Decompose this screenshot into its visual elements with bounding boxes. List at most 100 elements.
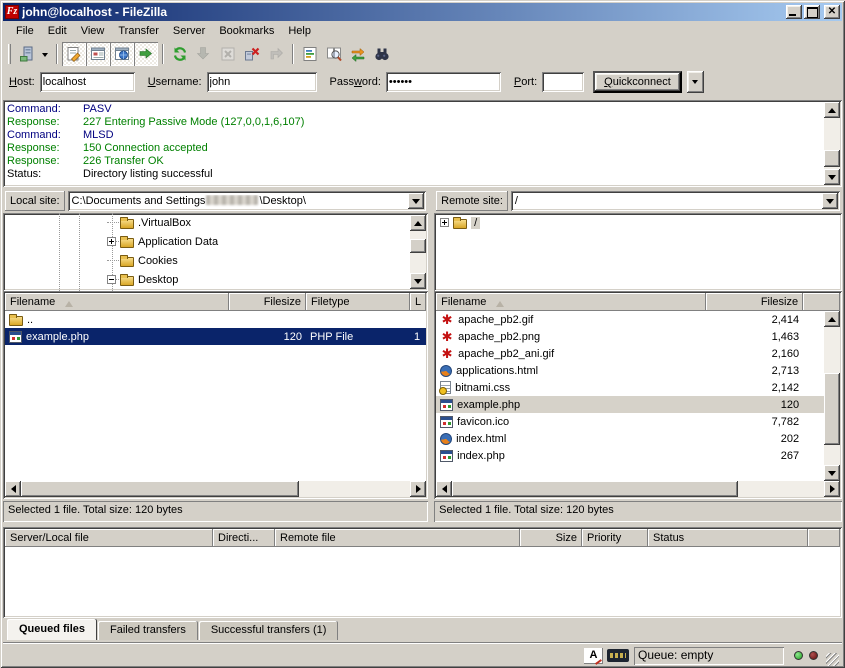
host-input[interactable]: [40, 72, 135, 92]
scroll-right-button[interactable]: [410, 481, 426, 497]
toolbar-grip[interactable]: [8, 44, 11, 64]
queue-tab[interactable]: Successful transfers (1): [199, 621, 339, 640]
column-header-size[interactable]: Size: [520, 529, 582, 547]
toggle-message-log-button[interactable]: [62, 42, 86, 66]
log-line: Command:MLSD: [7, 129, 822, 142]
file-row[interactable]: bitnami.css 2,142: [436, 379, 824, 396]
column-header-server-local-file[interactable]: Server/Local file: [5, 529, 213, 547]
reconnect-button[interactable]: [264, 42, 288, 66]
column-header-lastmodified[interactable]: L: [410, 293, 426, 311]
resize-grip[interactable]: [826, 653, 839, 666]
process-queue-button[interactable]: [192, 42, 216, 66]
window-title: john@localhost - FileZilla: [22, 5, 784, 19]
menu-item[interactable]: Bookmarks: [212, 23, 281, 39]
site-manager-button[interactable]: [15, 42, 39, 66]
column-header-direction[interactable]: Directi...: [213, 529, 275, 547]
scrollbar-thumb[interactable]: [452, 481, 738, 497]
file-row[interactable]: example.php 120: [436, 396, 824, 413]
queue-tab[interactable]: Failed transfers: [98, 621, 198, 640]
tree-item[interactable]: Cookies: [3, 251, 410, 270]
file-row[interactable]: example.php 120 PHP File 1: [5, 328, 426, 345]
file-row[interactable]: ..: [5, 311, 426, 328]
filter-button[interactable]: [298, 42, 322, 66]
tree-expander[interactable]: [107, 275, 116, 284]
toggle-transfer-queue-button[interactable]: [134, 42, 158, 66]
column-header-filesize[interactable]: Filesize: [229, 293, 306, 311]
compare-directories-button[interactable]: [322, 42, 346, 66]
scrollbar-thumb[interactable]: [824, 373, 840, 445]
menu-item[interactable]: Edit: [41, 23, 74, 39]
tree-item[interactable]: /: [434, 213, 842, 232]
local-hscrollbar[interactable]: [5, 481, 426, 497]
scroll-up-button[interactable]: [824, 102, 840, 118]
scroll-up-button[interactable]: [824, 311, 840, 327]
menu-item[interactable]: Transfer: [111, 23, 166, 39]
synchronized-browsing-button[interactable]: [346, 42, 370, 66]
file-row[interactable]: apache_pb2_ani.gif 2,160: [436, 345, 824, 362]
php-icon: [440, 450, 453, 462]
password-input[interactable]: [386, 72, 501, 92]
menu-item[interactable]: View: [74, 23, 112, 39]
scrollbar-thumb[interactable]: [410, 239, 426, 253]
column-header-status[interactable]: Status: [648, 529, 808, 547]
column-header-filename[interactable]: Filename: [436, 293, 706, 311]
tree-expander[interactable]: [440, 218, 449, 227]
local-site-label: Local site:: [5, 191, 65, 211]
remote-path-dropdown[interactable]: [822, 193, 838, 209]
file-row[interactable]: index.html 202: [436, 430, 824, 447]
close-button[interactable]: [824, 5, 840, 19]
column-header-filetype[interactable]: Filetype: [306, 293, 410, 311]
refresh-button[interactable]: [168, 42, 192, 66]
menu-item[interactable]: File: [9, 23, 41, 39]
toggle-local-tree-button[interactable]: [86, 42, 110, 66]
local-tree-scrollbar[interactable]: [410, 215, 426, 289]
toggle-remote-tree-button[interactable]: [110, 42, 134, 66]
file-row[interactable]: apache_pb2.gif 2,414: [436, 311, 824, 328]
column-header-priority[interactable]: Priority: [582, 529, 648, 547]
remote-file-list: Filename Filesize apache_pb2.gif 2,414 a…: [434, 291, 842, 499]
find-files-button[interactable]: [370, 42, 394, 66]
port-input[interactable]: [542, 72, 584, 92]
quickconnect-button[interactable]: Quickconnect: [593, 71, 682, 93]
remote-site-label: Remote site:: [436, 191, 508, 211]
cancel-operation-button[interactable]: [216, 42, 240, 66]
column-header-filename[interactable]: Filename: [5, 293, 229, 311]
remote-list-scrollbar[interactable]: [824, 311, 840, 481]
quickconnect-dropdown[interactable]: [687, 71, 704, 93]
column-header-filler: [803, 293, 840, 311]
username-input[interactable]: [207, 72, 317, 92]
tree-item[interactable]: .VirtualBox: [3, 213, 410, 232]
local-path-combo[interactable]: C:\Documents and Settings\Desktop\: [68, 191, 427, 211]
disconnect-button[interactable]: [240, 42, 264, 66]
tree-item[interactable]: Application Data: [3, 232, 410, 251]
scrollbar-thumb[interactable]: [21, 481, 299, 497]
file-row[interactable]: applications.html 2,713: [436, 362, 824, 379]
scroll-down-button[interactable]: [410, 273, 426, 289]
scroll-down-button[interactable]: [824, 169, 840, 185]
file-row[interactable]: apache_pb2.png 1,463: [436, 328, 824, 345]
remote-hscrollbar[interactable]: [436, 481, 840, 497]
file-row[interactable]: index.php 267: [436, 447, 824, 464]
scroll-left-button[interactable]: [5, 481, 21, 497]
local-path-dropdown[interactable]: [408, 193, 424, 209]
scrollbar-thumb[interactable]: [824, 150, 840, 167]
minimize-button[interactable]: [786, 5, 802, 19]
remote-pane: Remote site: / / Filename Filesize: [434, 189, 842, 522]
site-manager-dropdown[interactable]: [39, 43, 52, 65]
column-header-filesize[interactable]: Filesize: [706, 293, 803, 311]
file-row[interactable]: favicon.ico 7,782: [436, 413, 824, 430]
tree-expander[interactable]: [107, 237, 116, 246]
scroll-up-button[interactable]: [410, 215, 426, 231]
log-scrollbar[interactable]: [824, 102, 840, 185]
scroll-down-button[interactable]: [824, 465, 840, 481]
scroll-left-button[interactable]: [436, 481, 452, 497]
title-bar[interactable]: Fz john@localhost - FileZilla: [3, 3, 842, 21]
menu-item[interactable]: Server: [166, 23, 212, 39]
remote-path-combo[interactable]: /: [511, 191, 840, 211]
column-header-remote-file[interactable]: Remote file: [275, 529, 520, 547]
tree-item[interactable]: Desktop: [3, 270, 410, 289]
menu-item[interactable]: Help: [281, 23, 318, 39]
queue-tab[interactable]: Queued files: [7, 619, 97, 640]
maximize-button[interactable]: [804, 5, 820, 19]
scroll-right-button[interactable]: [824, 481, 840, 497]
